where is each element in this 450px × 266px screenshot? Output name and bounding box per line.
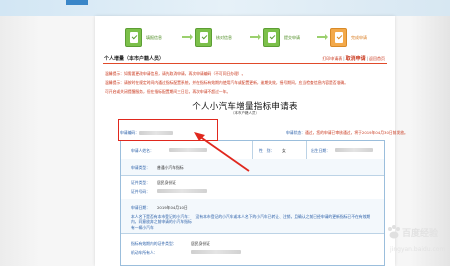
watermark-text: 百度经验 <box>402 229 439 239</box>
site-logo <box>66 0 88 5</box>
watermark-url: jingyan.baidu.com <box>390 246 446 253</box>
watermark: 百度经验 jingyan.baidu.com <box>386 220 446 264</box>
annotation-arrow <box>194 132 250 172</box>
site-header-bar <box>0 0 450 16</box>
paw-logo-icon <box>388 225 400 239</box>
application-card: 填报信息 核对信息 提交申请 完成申请 个人增量（本市户籍人员） 打印申请表|取… <box>95 16 408 266</box>
